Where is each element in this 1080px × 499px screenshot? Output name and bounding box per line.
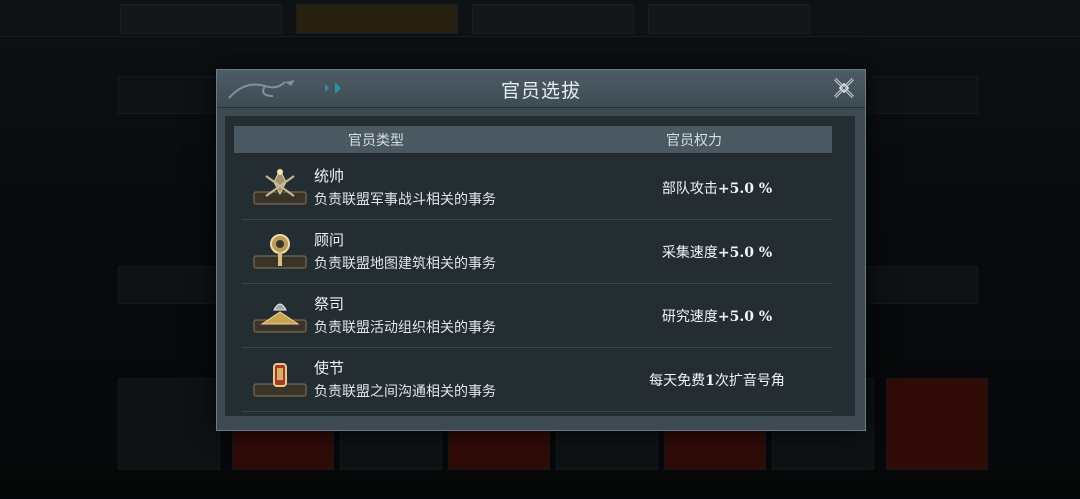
priest-crest-icon — [253, 303, 307, 333]
officer-row-advisor[interactable]: 顾问 负责联盟地图建筑相关的事务 采集速度+5.0 % — [242, 220, 832, 284]
officer-power: 每天免费1次扩音号角 — [649, 373, 785, 389]
commander-crest-icon — [253, 168, 307, 205]
officer-description: 负责联盟活动组织相关的事务 — [314, 320, 496, 336]
close-button[interactable] — [829, 73, 859, 103]
officer-name: 祭司 — [314, 295, 345, 313]
officer-row-commander[interactable]: 统帅 负责联盟军事战斗相关的事务 部队攻击+5.0 % — [242, 156, 832, 220]
officer-power: 研究速度+5.0 % — [661, 309, 773, 325]
officer-description: 负责联盟地图建筑相关的事务 — [314, 256, 496, 272]
advisor-crest-icon — [253, 234, 307, 269]
close-icon — [833, 77, 855, 99]
dialog-header: 官员选拔 — [217, 70, 865, 108]
officer-power: 采集速度+5.0 % — [661, 245, 773, 261]
table-header: 官员类型 官员权力 — [234, 126, 832, 153]
officer-name: 统帅 — [314, 167, 345, 185]
officer-row-envoy[interactable]: 使节 负责联盟之间沟通相关的事务 每天免费1次扩音号角 — [242, 348, 832, 412]
envoy-crest-icon — [253, 363, 307, 397]
officer-name: 使节 — [314, 359, 345, 377]
officer-power: 部队攻击+5.0 % — [661, 181, 773, 197]
dialog-title: 官员选拔 — [500, 80, 581, 102]
officer-description: 负责联盟之间沟通相关的事务 — [314, 384, 496, 400]
column-header-type: 官员类型 — [348, 133, 404, 149]
officer-name: 顾问 — [314, 231, 345, 249]
officer-selection-dialog: 官员选拔 官员类型 官员权力 统帅 负责联盟军事战斗相关的事务 部队攻击+5.0… — [216, 69, 866, 431]
column-header-power: 官员权力 — [666, 133, 722, 149]
officer-row-priest[interactable]: 祭司 负责联盟活动组织相关的事务 研究速度+5.0 % — [242, 284, 832, 348]
officer-description: 负责联盟军事战斗相关的事务 — [314, 192, 496, 208]
